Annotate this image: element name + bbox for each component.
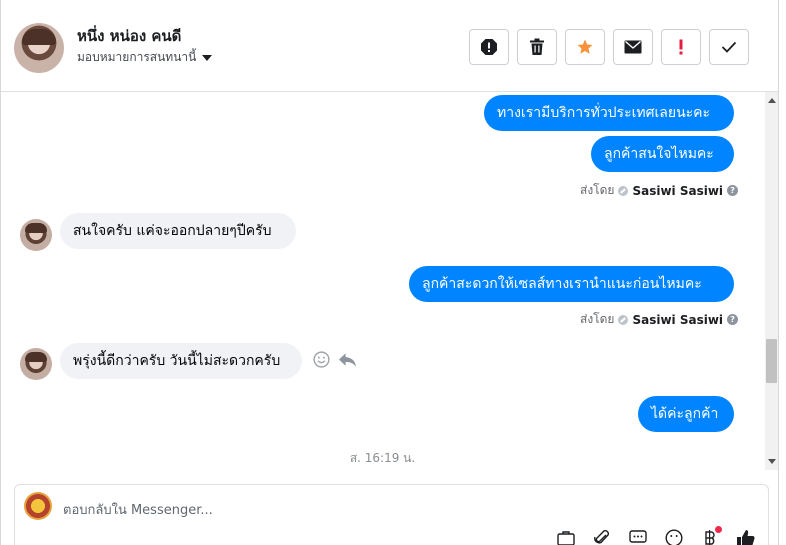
contact-avatar-small [20,219,52,251]
thumbs-up-icon [737,530,755,545]
reply-composer[interactable]: ตอบกลับใน Messenger... [14,484,769,545]
follow-up-button[interactable] [661,29,701,65]
paperclip-icon [594,530,609,544]
sent-by-line: ส่งโดย Sasiwi Sasiwi ? [580,310,739,329]
assign-conversation-dropdown[interactable]: มอบหมายการสนทนานี้ [77,48,213,67]
delete-button[interactable] [517,29,557,65]
frame-border-right [778,0,779,545]
sender-name: Sasiwi Sasiwi [632,312,724,327]
baht-icon [705,530,715,545]
contact-avatar[interactable] [14,23,64,73]
spam-button[interactable] [469,29,509,65]
sent-by-label: ส่งโดย [580,183,615,197]
sent-by-label: ส่งโดย [580,312,615,326]
mark-done-button[interactable] [709,29,749,65]
saved-reply-button[interactable] [555,529,577,545]
message-scrollbar[interactable] [765,92,778,470]
help-icon[interactable]: ? [727,314,739,325]
smiley-icon [665,529,683,545]
attach-button[interactable] [591,529,613,545]
contact-name[interactable]: หนึ่ง หน่อง คนดี [77,24,181,48]
page-avatar [24,492,52,520]
payment-button[interactable] [699,526,722,545]
envelope-icon [624,40,642,54]
verified-icon [618,185,629,196]
star-button[interactable] [565,29,605,65]
briefcase-icon [557,531,575,545]
scroll-up-arrow-icon[interactable] [768,98,776,103]
message-bubble-icon [629,530,647,543]
outgoing-message[interactable]: ได้ค่ะลูกค้า [638,396,734,432]
caret-down-icon [202,54,213,61]
exclamation-circle-icon [481,39,497,55]
mark-unread-button[interactable] [613,29,653,65]
incoming-message[interactable]: สนใจครับ แค่จะออกปลายๆปีครับ [60,213,296,249]
verified-icon [618,314,629,325]
reply-input[interactable]: ตอบกลับใน Messenger... [63,499,213,520]
help-icon[interactable]: ? [727,185,739,196]
sent-by-line: ส่งโดย Sasiwi Sasiwi ? [580,181,739,200]
emoji-button[interactable] [663,529,685,545]
contact-avatar-small [20,348,52,380]
composer-toolbar [555,526,757,545]
notification-dot [715,526,722,533]
trash-icon [530,38,544,55]
sender-name: Sasiwi Sasiwi [632,183,724,198]
exclamation-icon [679,39,683,55]
conversation-header: หนึ่ง หน่อง คนดี มอบหมายการสนทนานี้ [1,0,778,92]
outgoing-message[interactable]: ทางเรามีบริการทั่วประเทศเลยนะคะ [484,95,734,131]
message-actions [313,351,357,368]
message-timestamp: ส. 16:19 น. [349,451,416,465]
outgoing-message[interactable]: ลูกค้าสะดวกให้เซลส์ทางเรานำแนะก่อนไหมคะ [409,266,734,302]
check-icon [721,41,737,53]
saved-replies-button[interactable] [627,529,649,545]
assign-label: มอบหมายการสนทนานี้ [77,50,197,64]
like-button[interactable] [735,529,757,545]
star-icon [577,39,593,54]
incoming-message[interactable]: พรุ่งนี้ดีกว่าครับ วันนี้ไม่สะดวกครับ [60,343,302,379]
scroll-down-arrow-icon[interactable] [768,459,776,464]
smiley-react-icon[interactable] [313,351,330,368]
reply-icon[interactable] [338,352,357,368]
outgoing-message[interactable]: ลูกค้าสนใจไหมคะ [591,136,734,172]
scrollbar-thumb[interactable] [766,339,777,383]
